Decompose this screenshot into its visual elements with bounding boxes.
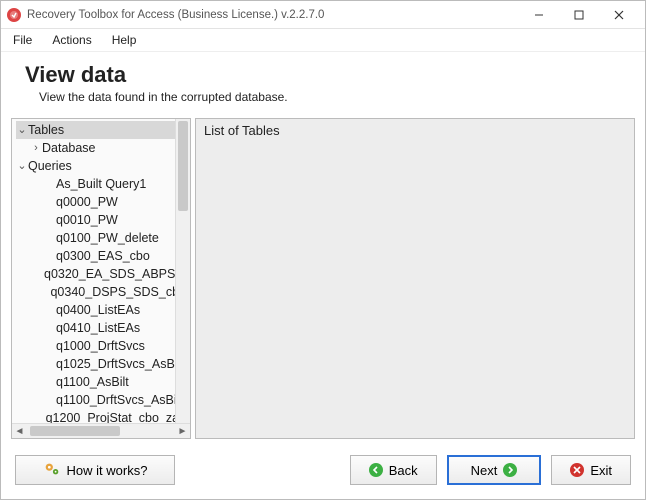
exit-button[interactable]: Exit: [551, 455, 631, 485]
page-subtitle: View the data found in the corrupted dat…: [39, 90, 621, 104]
titlebar: Recovery Toolbox for Access (Business Li…: [1, 1, 645, 29]
menubar: File Actions Help: [1, 29, 645, 52]
tree-item[interactable]: q1200_ProjStat_cbo_zap: [16, 409, 190, 423]
tree-item-label: q0400_ListEAs: [56, 301, 140, 319]
vertical-scroll-thumb[interactable]: [178, 121, 188, 211]
close-button[interactable]: [599, 2, 639, 28]
chevron-right-icon[interactable]: ›: [30, 139, 42, 157]
tree-item[interactable]: q0340_DSPS_SDS_cbo: [16, 283, 190, 301]
tree-item-label: Tables: [28, 121, 64, 139]
horizontal-scrollbar[interactable]: ◄ ►: [12, 423, 190, 438]
arrow-right-icon: [503, 463, 517, 477]
back-label: Back: [389, 463, 418, 478]
next-button[interactable]: Next: [447, 455, 542, 485]
tree-item[interactable]: q1000_DrftSvcs: [16, 337, 190, 355]
tree-item[interactable]: ⌄Tables: [16, 121, 190, 139]
tree-item[interactable]: q0100_PW_delete: [16, 229, 190, 247]
tree-item-label: q0300_EAS_cbo: [56, 247, 150, 265]
exit-label: Exit: [590, 463, 612, 478]
tree-item[interactable]: q1100_DrftSvcs_AsBilt: [16, 391, 190, 409]
how-it-works-label: How it works?: [67, 463, 148, 478]
tree-item[interactable]: q0010_PW: [16, 211, 190, 229]
tree-viewport[interactable]: ⌄Tables›Database⌄QueriesAs_Built Query1q…: [12, 119, 190, 423]
tree-item[interactable]: q0410_ListEAs: [16, 319, 190, 337]
scroll-right-arrow[interactable]: ►: [175, 426, 190, 437]
tree-item-label: q0320_EA_SDS_ABPS_cbo: [44, 265, 190, 283]
chevron-down-icon[interactable]: ⌄: [16, 121, 28, 139]
app-icon: [7, 8, 21, 22]
menu-file[interactable]: File: [11, 31, 34, 49]
tree-pane: ⌄Tables›Database⌄QueriesAs_Built Query1q…: [11, 118, 191, 439]
tree-item-label: As_Built Query1: [56, 175, 146, 193]
tree-item-label: q0410_ListEAs: [56, 319, 140, 337]
tree-item-label: q1025_DrftSvcs_AsBilt: [56, 355, 184, 373]
arrow-left-icon: [369, 463, 383, 477]
list-pane: List of Tables: [195, 118, 635, 439]
page-title: View data: [25, 62, 621, 88]
gears-icon: [43, 460, 61, 481]
menu-help[interactable]: Help: [110, 31, 139, 49]
tree-item[interactable]: q0320_EA_SDS_ABPS_cbo: [16, 265, 190, 283]
next-label: Next: [471, 463, 498, 478]
tree-item[interactable]: q0300_EAS_cbo: [16, 247, 190, 265]
back-button[interactable]: Back: [350, 455, 437, 485]
minimize-button[interactable]: [519, 2, 559, 28]
tree: ⌄Tables›Database⌄QueriesAs_Built Query1q…: [12, 119, 190, 423]
app-window: Recovery Toolbox for Access (Business Li…: [0, 0, 646, 500]
tree-item[interactable]: As_Built Query1: [16, 175, 190, 193]
window-title: Recovery Toolbox for Access (Business Li…: [27, 9, 519, 21]
tree-item-label: q0010_PW: [56, 211, 118, 229]
page-header: View data View the data found in the cor…: [1, 52, 645, 118]
scroll-left-arrow[interactable]: ◄: [12, 426, 27, 437]
chevron-down-icon[interactable]: ⌄: [16, 157, 28, 175]
tree-item-label: q1000_DrftSvcs: [56, 337, 145, 355]
tree-item-label: q0000_PW: [56, 193, 118, 211]
tree-item-label: q1100_DrftSvcs_AsBilt: [56, 391, 183, 409]
list-pane-header: List of Tables: [204, 123, 280, 138]
tree-item[interactable]: q0400_ListEAs: [16, 301, 190, 319]
tree-item-label: Database: [42, 139, 96, 157]
tree-item[interactable]: q1100_AsBilt: [16, 373, 190, 391]
tree-item-label: q1100_AsBilt: [56, 373, 129, 391]
tree-item[interactable]: ⌄Queries: [16, 157, 190, 175]
tree-item-label: q1200_ProjStat_cbo_zap: [46, 409, 186, 423]
maximize-button[interactable]: [559, 2, 599, 28]
tree-item[interactable]: ›Database: [16, 139, 190, 157]
horizontal-scroll-thumb[interactable]: [30, 426, 120, 436]
tree-item[interactable]: q0000_PW: [16, 193, 190, 211]
how-it-works-button[interactable]: How it works?: [15, 455, 175, 485]
footer: How it works? Back Next Exit: [1, 445, 645, 499]
tree-item-label: Queries: [28, 157, 72, 175]
menu-actions[interactable]: Actions: [50, 31, 93, 49]
content-area: ⌄Tables›Database⌄QueriesAs_Built Query1q…: [1, 118, 645, 445]
window-controls: [519, 2, 639, 28]
tree-item-label: q0340_DSPS_SDS_cbo: [50, 283, 186, 301]
tree-item[interactable]: q1025_DrftSvcs_AsBilt: [16, 355, 190, 373]
vertical-scrollbar[interactable]: [175, 119, 190, 423]
tree-item-label: q0100_PW_delete: [56, 229, 159, 247]
close-icon: [570, 463, 584, 477]
